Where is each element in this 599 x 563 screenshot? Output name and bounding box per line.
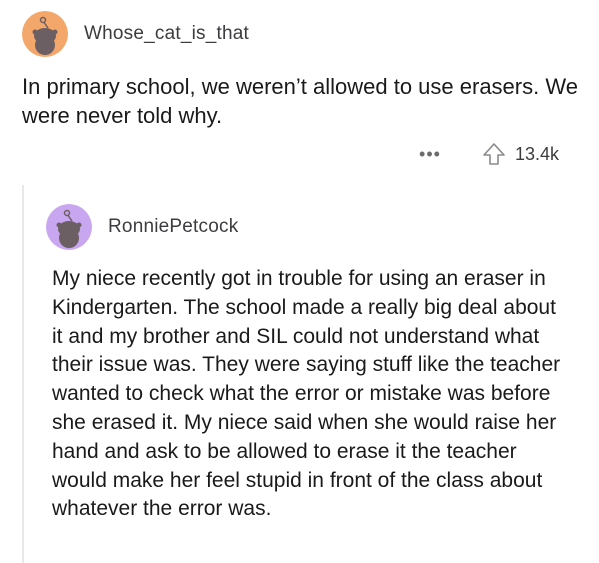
comment-username[interactable]: RonniePetcock [108,216,238,238]
post-actions: ••• 13.4k [419,140,559,168]
comment-text: My niece recently got in trouble for usi… [52,267,561,521]
more-options-button[interactable]: ••• [419,145,441,163]
upvote-arrow-icon [483,143,505,165]
thread-line[interactable] [22,185,24,563]
snoo-avatar-icon [22,11,68,57]
post-text: In primary school, we weren’t allowed to… [22,74,578,128]
snoo-avatar-icon [46,204,92,250]
post-username[interactable]: Whose_cat_is_that [84,23,249,45]
vote-count: 13.4k [514,143,559,164]
comment-avatar[interactable] [46,204,92,250]
post-header: Whose_cat_is_that [22,10,249,58]
upvote-button[interactable]: 13.4k [481,141,559,167]
post-avatar[interactable] [22,11,68,57]
comment: RonniePetcock My niece recently got in t… [22,185,582,563]
comment-header: RonniePetcock [46,203,238,251]
